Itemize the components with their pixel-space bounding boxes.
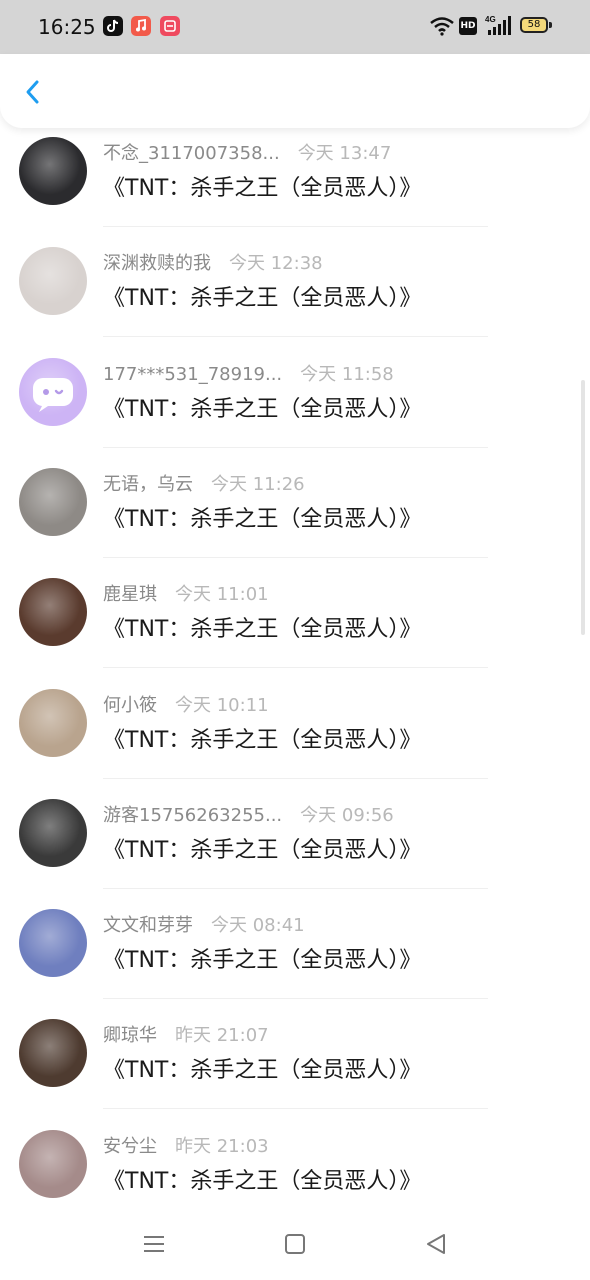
timestamp: 昨天 21:03: [175, 1135, 269, 1157]
timestamp: 今天 13:47: [297, 143, 392, 164]
item-meta: 无语，乌云 今天 11:26: [103, 473, 305, 497]
avatar[interactable]: [19, 1019, 87, 1088]
signal-icon: 4G: [485, 14, 513, 36]
home-button[interactable]: [279, 1228, 311, 1260]
item-title[interactable]: 《TNT：杀手之王（全员恶人）》: [103, 615, 421, 645]
item-meta: 深渊救赎的我 今天 12:38: [103, 252, 323, 276]
item-meta: 游客15756263255... 今天 09:56: [103, 804, 394, 828]
menu-icon: [144, 1236, 164, 1252]
avatar[interactable]: [19, 688, 87, 757]
timestamp: 今天 12:38: [229, 253, 323, 275]
svg-text:4G: 4G: [485, 15, 496, 24]
item-meta: 何小筱 今天 10:11: [103, 694, 269, 718]
item-title[interactable]: 《TNT：杀手之王（全员恶人）》: [103, 1167, 421, 1197]
list-item[interactable]: 文文和芽芽 今天 08:41 《TNT：杀手之王（全员恶人）》: [0, 890, 590, 1000]
back-button[interactable]: [14, 72, 54, 112]
item-meta: 文文和芽芽 今天 08:41: [103, 914, 305, 938]
timestamp: 今天 11:26: [211, 473, 305, 495]
user-name[interactable]: 何小筱: [103, 695, 157, 716]
avatar[interactable]: [19, 247, 87, 316]
music-icon: [131, 16, 151, 36]
avatar[interactable]: [19, 467, 87, 536]
list-item[interactable]: 游客15756263255... 今天 09:56 《TNT：杀手之王（全员恶人）》: [0, 780, 590, 890]
user-name[interactable]: 177***531_78919...: [103, 364, 282, 385]
list-item[interactable]: 何小筱 今天 10:11 《TNT：杀手之王（全员恶人）》: [0, 670, 590, 780]
user-name[interactable]: 无语，乌云: [103, 474, 193, 495]
user-name[interactable]: 不念_3117007358...: [103, 143, 280, 164]
avatar[interactable]: [19, 578, 87, 647]
divider: [103, 336, 488, 338]
divider: [103, 226, 488, 227]
item-title[interactable]: 《TNT：杀手之王（全员恶人）》: [103, 946, 421, 976]
item-meta: 177***531_78919... 今天 11:58: [103, 363, 394, 387]
list-item[interactable]: 鹿星琪 今天 11:01 《TNT：杀手之王（全员恶人）》: [0, 559, 590, 669]
user-name[interactable]: 卿琼华: [103, 1025, 157, 1046]
status-time: 16:25: [38, 15, 96, 39]
divider: [103, 998, 488, 1000]
divider: [103, 556, 488, 558]
avatar[interactable]: [19, 798, 87, 867]
back-triangle-icon: [427, 1234, 445, 1254]
divider: [103, 887, 488, 889]
list-item[interactable]: 深渊救赎的我 今天 12:38 《TNT：杀手之王（全员恶人）》: [0, 228, 590, 338]
hd-icon: HD: [459, 17, 477, 35]
user-name[interactable]: 鹿星琪: [103, 584, 157, 605]
battery-icon: 58: [520, 17, 548, 33]
timestamp: 今天 10:11: [175, 694, 269, 716]
chevron-left-icon: [26, 80, 39, 104]
timestamp: 今天 08:41: [211, 915, 305, 937]
list-item[interactable]: 卿琼华 昨天 21:07 《TNT：杀手之王（全员恶人）》: [0, 1000, 590, 1110]
avatar[interactable]: [19, 357, 87, 426]
list-item[interactable]: 177***531_78919... 今天 11:58 《TNT：杀手之王（全员恶人…: [0, 339, 590, 449]
item-meta: 卿琼华 昨天 21:07: [103, 1024, 269, 1048]
item-title[interactable]: 《TNT：杀手之王（全员恶人）》: [103, 395, 421, 425]
battery-level: 58: [527, 19, 541, 30]
chat-bubble-icon: [33, 377, 73, 412]
list-item[interactable]: 安兮尘 昨天 21:03 《TNT：杀手之王（全员恶人）》: [0, 1111, 590, 1221]
menu-button[interactable]: [138, 1228, 170, 1260]
avatar[interactable]: [19, 909, 87, 978]
red-app-icon: [160, 16, 180, 36]
item-title[interactable]: 《TNT：杀手之王（全员恶人）》: [103, 1056, 421, 1086]
timestamp: 今天 11:58: [300, 363, 394, 385]
divider: [103, 667, 488, 669]
item-title[interactable]: 《TNT：杀手之王（全员恶人）》: [103, 284, 421, 314]
divider: [103, 777, 488, 779]
top-nav-bar: [0, 54, 590, 128]
scrollbar[interactable]: [581, 380, 585, 635]
home-square-icon: [285, 1234, 305, 1254]
wifi-icon: [429, 16, 455, 38]
system-back-button[interactable]: [420, 1228, 452, 1260]
item-title[interactable]: 《TNT：杀手之王（全员恶人）》: [103, 505, 421, 535]
divider: [103, 446, 488, 448]
list-item[interactable]: 无语，乌云 今天 11:26 《TNT：杀手之王（全员恶人）》: [0, 449, 590, 559]
avatar[interactable]: [19, 137, 87, 205]
avatar[interactable]: [19, 1129, 87, 1198]
item-title[interactable]: 《TNT：杀手之王（全员恶人）》: [103, 836, 421, 866]
timestamp: 昨天 21:07: [175, 1025, 269, 1047]
tiktok-icon: [103, 16, 123, 36]
timestamp: 今天 09:56: [300, 804, 394, 826]
divider: [103, 1108, 488, 1110]
list-item[interactable]: 不念_3117007358... 今天 13:47 《TNT：杀手之王（全员恶人）》: [0, 118, 590, 228]
timestamp: 今天 11:01: [175, 584, 269, 606]
user-name[interactable]: 游客15756263255...: [103, 805, 282, 826]
item-title[interactable]: 《TNT：杀手之王（全员恶人）》: [103, 174, 421, 204]
battery-cap: [549, 22, 552, 28]
user-name[interactable]: 文文和芽芽: [103, 915, 193, 936]
user-name[interactable]: 安兮尘: [103, 1136, 157, 1157]
user-name[interactable]: 深渊救赎的我: [103, 253, 211, 274]
system-nav-bar: [0, 1210, 590, 1280]
item-meta: 安兮尘 昨天 21:03: [103, 1135, 269, 1159]
status-bar: 16:25 HD 4G 58: [0, 0, 590, 54]
item-title[interactable]: 《TNT：杀手之王（全员恶人）》: [103, 726, 421, 756]
item-meta: 鹿星琪 今天 11:01: [103, 583, 269, 607]
item-meta: 不念_3117007358... 今天 13:47: [103, 142, 391, 166]
